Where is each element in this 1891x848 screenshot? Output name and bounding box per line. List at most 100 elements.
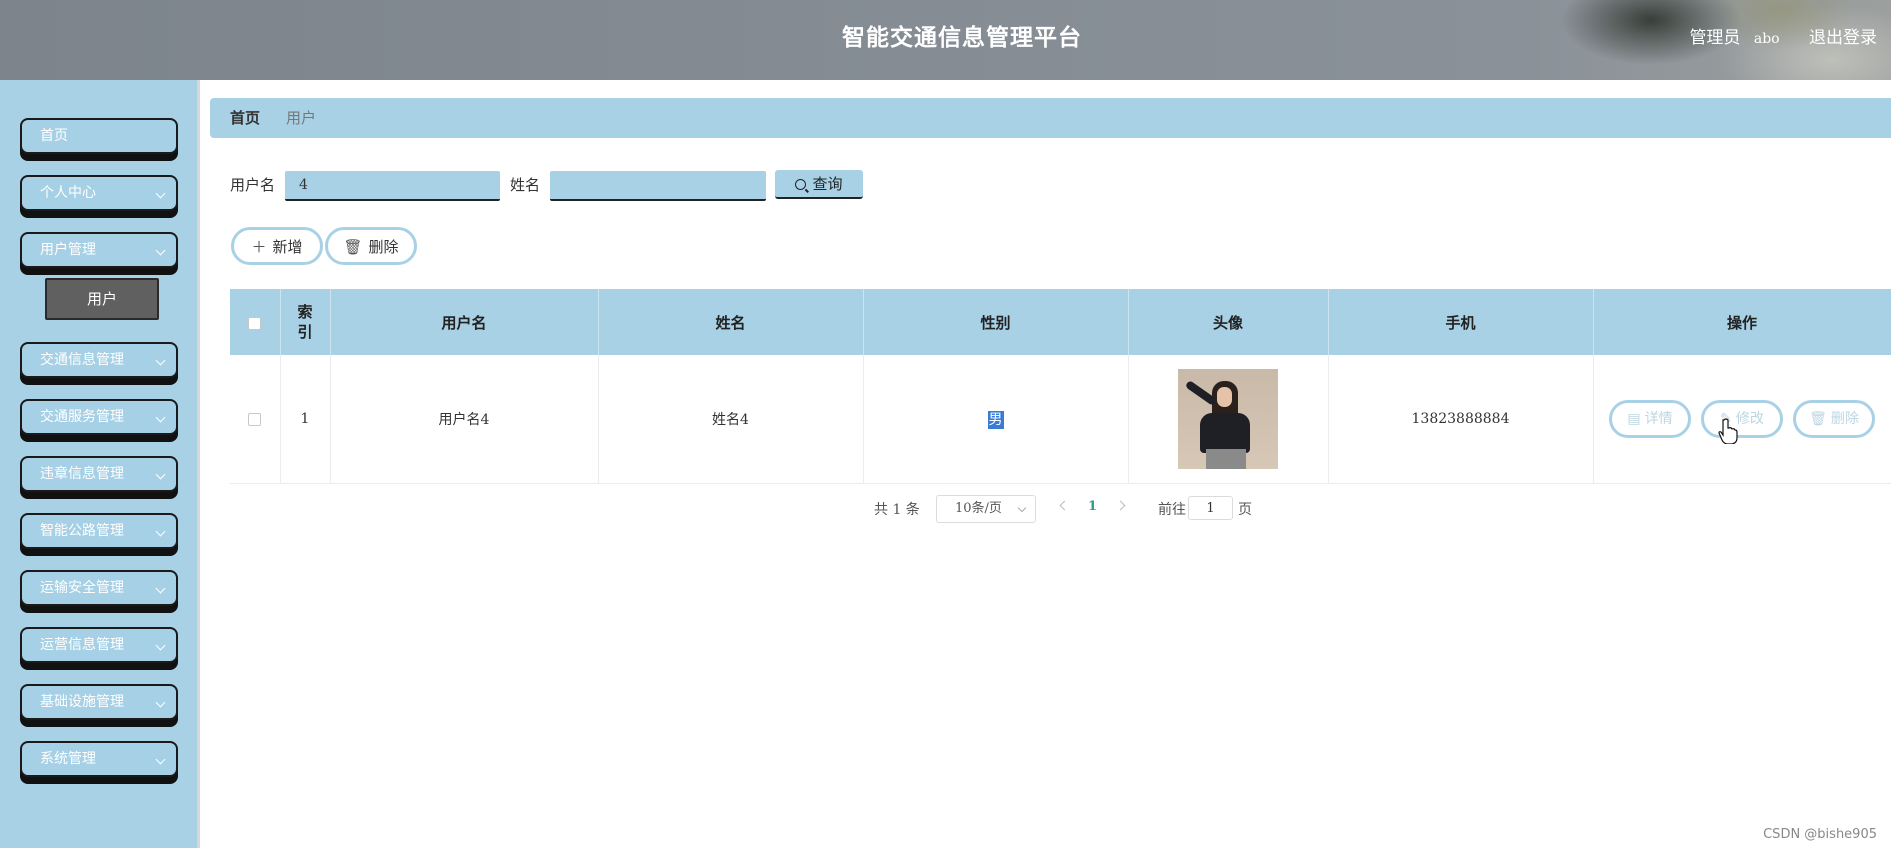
sidebar-item-infrastructure[interactable]: 基础设施管理 [20,684,178,720]
table-row: 1 用户名4 姓名4 男 13823888884 ▤ 详情 ✎ 修改 🗑 删除 [230,355,1891,484]
page-size-select[interactable]: 10条/页 [936,495,1036,523]
cell-avatar [1128,355,1329,484]
gender-value: 男 [987,411,1004,429]
sidebar-item-violation-info[interactable]: 违章信息管理 [20,456,178,492]
column-header-avatar: 头像 [1128,289,1329,355]
sidebar: 首页 个人中心 用户管理 用户 交通信息管理 交通服务管理 违章信息管理 智能公… [0,80,200,848]
username-label: 用户名 [230,176,276,194]
row-checkbox[interactable] [248,412,262,426]
chevron-down-icon [155,355,166,366]
row-select-cell [230,355,281,484]
cell-username: 用户名4 [330,355,599,484]
plus-icon: ＋ [251,237,267,256]
chevron-down-icon [155,188,166,199]
breadcrumb-current: 用户 [286,109,317,127]
cell-actions: ▤ 详情 ✎ 修改 🗑 删除 [1593,355,1891,484]
user-role: 管理员 [1689,28,1741,48]
header-user-area: 管理员 abo 退出登录 [1689,0,1877,76]
total-count: 共 1 条 [874,502,920,518]
row-delete-button[interactable]: 🗑 删除 [1793,400,1875,438]
pagination: 共 1 条 10条/页 1 前往 页 [0,495,1891,525]
sidebar-item-traffic-info[interactable]: 交通信息管理 [20,342,178,378]
avatar [1178,369,1278,469]
sidebar-item-label: 基础设施管理 [40,694,124,710]
sidebar-item-label: 系统管理 [40,751,96,767]
trash-icon: 🗑 [343,237,363,256]
name-label: 姓名 [510,176,541,194]
user-name: abo [1753,31,1780,47]
column-header-username: 用户名 [330,289,599,355]
edit-icon: ✎ [1720,411,1732,427]
goto-label: 前往 [1158,502,1186,518]
top-header: 智能交通信息管理平台 管理员 abo 退出登录 [0,0,1891,80]
page-size-value: 10条/页 [955,501,1002,516]
row-delete-label: 删除 [1830,411,1859,427]
sidebar-item-label: 运输安全管理 [40,580,124,596]
trash-icon: 🗑 [1809,411,1827,427]
chevron-down-icon [1017,503,1027,513]
sidebar-subitem-user[interactable]: 用户 [45,278,159,320]
sidebar-item-label: 个人中心 [40,185,96,201]
chevron-down-icon [155,583,166,594]
column-header-phone: 手机 [1328,289,1594,355]
name-search-input[interactable] [550,171,766,201]
sidebar-item-label: 交通信息管理 [40,352,124,368]
chevron-down-icon [155,697,166,708]
breadcrumb: 首页 用户 [210,98,1891,138]
goto-page-input[interactable] [1188,496,1233,520]
cell-index: 1 [280,355,331,484]
query-button[interactable]: 查询 [775,170,863,199]
select-all-cell [230,289,281,355]
cell-phone: 13823888884 [1328,355,1594,484]
add-label: 新增 [272,237,303,256]
sidebar-item-label: 用户管理 [40,242,96,258]
edit-label: 修改 [1735,411,1764,427]
search-icon [795,179,807,190]
sidebar-item-operation-info[interactable]: 运营信息管理 [20,627,178,663]
sidebar-item-label: 交通服务管理 [40,409,124,425]
chevron-down-icon [155,412,166,423]
breadcrumb-home[interactable]: 首页 [230,98,260,138]
detail-label: 详情 [1644,411,1673,427]
watermark: CSDN @bishe905 [1763,827,1877,842]
chevron-down-icon [155,754,166,765]
column-header-actions: 操作 [1593,289,1891,355]
next-page-button[interactable] [1115,500,1126,511]
sidebar-item-traffic-service[interactable]: 交通服务管理 [20,399,178,435]
chevron-down-icon [155,526,166,537]
select-all-checkbox[interactable] [248,316,262,330]
sidebar-item-label: 首页 [40,128,68,144]
sidebar-item-label: 智能公路管理 [40,523,124,539]
edit-button[interactable]: ✎ 修改 [1701,400,1783,438]
chevron-down-icon [155,640,166,651]
sidebar-item-system[interactable]: 系统管理 [20,741,178,777]
page-number-current[interactable]: 1 [1088,499,1097,514]
app-title: 智能交通信息管理平台 [842,24,1082,51]
sidebar-item-label: 违章信息管理 [40,466,124,482]
add-button[interactable]: ＋ 新增 [231,227,323,265]
page-unit-label: 页 [1238,502,1252,518]
query-label: 查询 [812,175,843,193]
column-header-label: 索引 [297,303,313,341]
sidebar-item-personal-center[interactable]: 个人中心 [20,175,178,211]
column-header-name: 姓名 [598,289,864,355]
sidebar-item-user-management[interactable]: 用户管理 [20,232,178,268]
delete-label: 删除 [368,237,399,256]
column-header-gender: 性别 [863,289,1129,355]
column-header-index: 索引 [280,289,331,355]
table-header-row: 索引 用户名 姓名 性别 头像 手机 操作 [230,289,1891,355]
document-icon: ▤ [1627,411,1641,427]
username-search-input[interactable] [285,171,500,201]
sidebar-item-label: 运营信息管理 [40,637,124,653]
chevron-down-icon [155,245,166,256]
logout-button[interactable]: 退出登录 [1809,28,1877,48]
sidebar-item-home[interactable]: 首页 [20,118,178,154]
chevron-down-icon [155,469,166,480]
sidebar-item-transport-safety[interactable]: 运输安全管理 [20,570,178,606]
prev-page-button[interactable] [1059,500,1070,511]
batch-delete-button[interactable]: 🗑 删除 [325,227,417,265]
user-table: 索引 用户名 姓名 性别 头像 手机 操作 1 用户名4 姓名4 男 13823… [230,289,1891,484]
cell-name: 姓名4 [598,355,864,484]
cell-gender: 男 [863,355,1129,484]
detail-button[interactable]: ▤ 详情 [1609,400,1691,438]
